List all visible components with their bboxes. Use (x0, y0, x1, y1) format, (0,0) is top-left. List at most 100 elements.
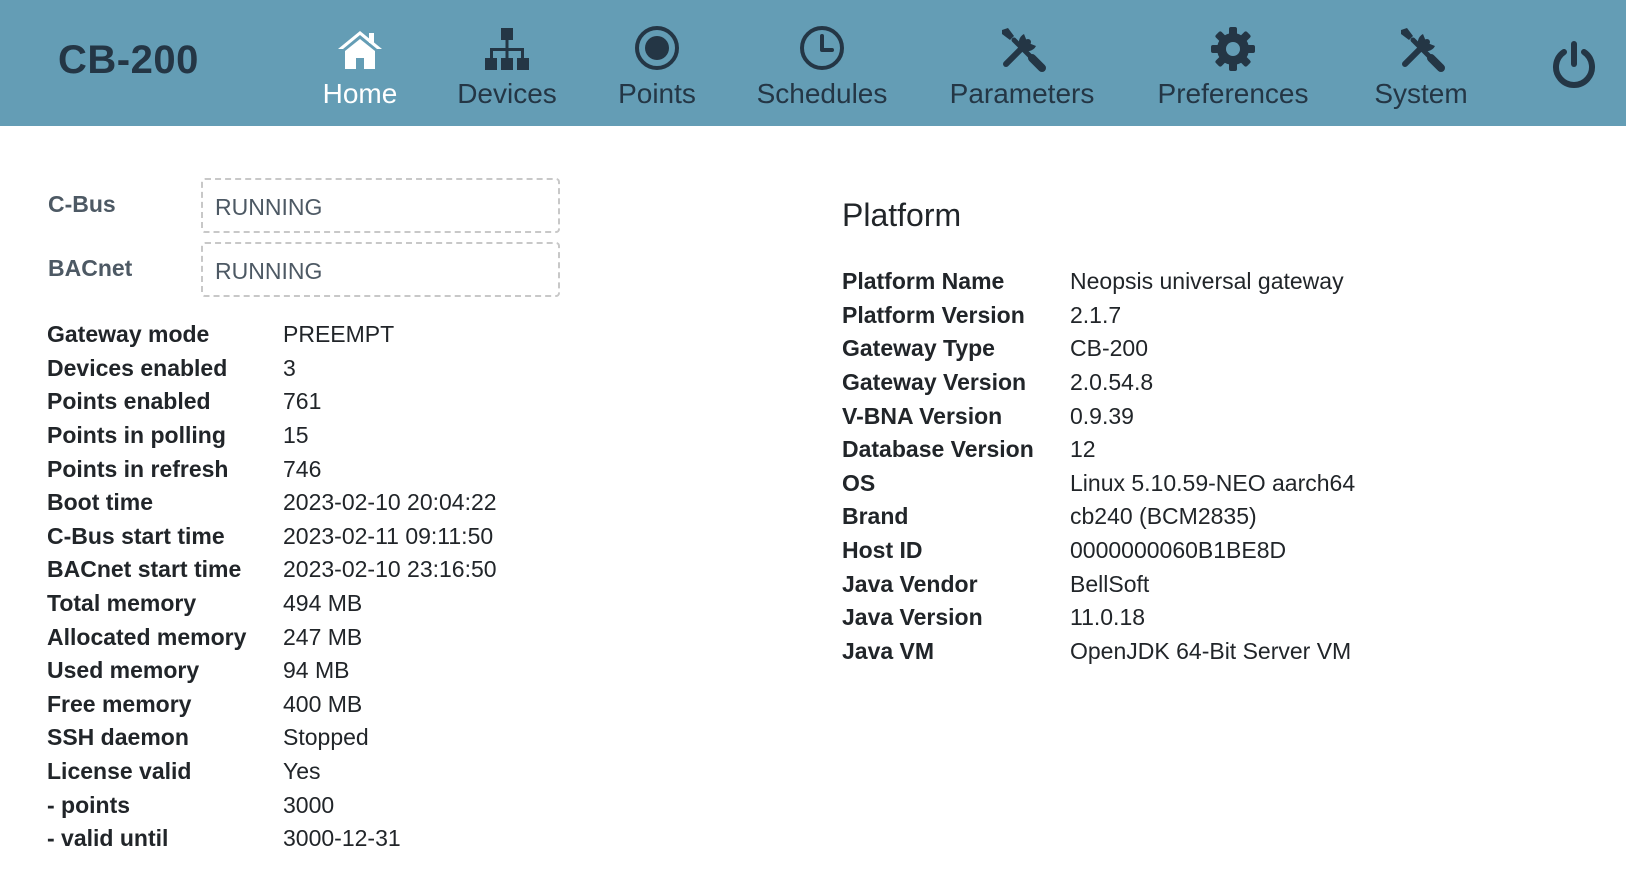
table-row: Gateway Type CB-200 (842, 332, 1355, 366)
nav-label: Preferences (1157, 78, 1309, 109)
home-icon (336, 18, 384, 72)
row-key: Java Vendor (842, 570, 978, 597)
table-row: Allocated memory 247 MB (47, 620, 497, 654)
row-value: 494 MB (283, 590, 363, 617)
row-value: 2023-02-10 23:16:50 (283, 556, 497, 583)
row-value: 247 MB (283, 623, 363, 650)
cbus-status-field: RUNNING (201, 178, 560, 233)
nav-system[interactable]: System (1366, 18, 1476, 118)
row-key: Points in polling (47, 422, 226, 449)
table-row: Points enabled 761 (47, 385, 497, 419)
row-value: Neopsis universal gateway (1070, 268, 1344, 295)
gateway-info-table: Gateway mode PREEMPT Devices enabled 3 Point… (47, 318, 497, 856)
row-key: Devices enabled (47, 354, 228, 381)
top-navbar: CB-200 Home Devices Points Schedules Par… (0, 0, 1626, 126)
table-row: Java VM OpenJDK 64-Bit Server VM (842, 635, 1355, 669)
row-value: 0.9.39 (1070, 402, 1134, 429)
nav-label: Schedules (756, 78, 888, 109)
row-value: PREEMPT (283, 321, 395, 348)
table-row: Platform Name Neopsis universal gateway (842, 265, 1355, 299)
row-value: 0000000060B1BE8D (1070, 537, 1287, 564)
table-row: - points 3000 (47, 788, 497, 822)
row-value: 746 (283, 455, 322, 482)
row-value: BellSoft (1070, 570, 1150, 597)
row-key: BACnet start time (47, 556, 242, 583)
row-key: OS (842, 469, 876, 496)
table-row: Gateway Version 2.0.54.8 (842, 366, 1355, 400)
row-value: 2.1.7 (1070, 301, 1122, 328)
row-value: 15 (283, 422, 309, 449)
table-row: Gateway mode PREEMPT (47, 318, 497, 352)
nav-label: Parameters (949, 78, 1095, 109)
tools-icon (998, 18, 1046, 72)
platform-info-table: Platform Name Neopsis universal gateway Pl… (842, 265, 1355, 668)
tools-icon (1397, 18, 1445, 72)
row-key: Points in refresh (47, 455, 229, 482)
row-key: License valid (47, 758, 192, 785)
row-key: Points enabled (47, 388, 211, 415)
nav-points[interactable]: Points (612, 18, 702, 118)
row-key: Host ID (842, 537, 923, 564)
gear-icon (1210, 18, 1256, 72)
table-row: Used memory 94 MB (47, 654, 497, 688)
sitemap-icon (484, 18, 530, 72)
row-value: Stopped (283, 724, 369, 751)
row-value: 3000-12-31 (283, 825, 401, 852)
table-row: Free memory 400 MB (47, 688, 497, 722)
row-key: SSH daemon (47, 724, 189, 751)
nav-label: System (1374, 78, 1468, 109)
nav-label: Home (322, 78, 398, 109)
row-key: C-Bus start time (47, 522, 225, 549)
table-row: Brand cb240 (BCM2835) (842, 500, 1355, 534)
row-value: Linux 5.10.59-NEO aarch64 (1070, 469, 1356, 496)
nav-devices[interactable]: Devices (452, 18, 562, 118)
row-value: 11.0.18 (1070, 604, 1146, 631)
bacnet-status-label: BACnet (48, 255, 133, 281)
table-row: OS Linux 5.10.59-NEO aarch64 (842, 467, 1355, 501)
table-row: Java Version 11.0.18 (842, 601, 1355, 635)
row-key: Java VM (842, 637, 935, 664)
power-icon (1553, 41, 1595, 88)
row-value: 2.0.54.8 (1070, 369, 1154, 396)
row-key: Platform Name (842, 268, 1005, 295)
table-row: Total memory 494 MB (47, 587, 497, 621)
table-row: Devices enabled 3 (47, 352, 497, 386)
table-row: C-Bus start time 2023-02-11 09:11:50 (47, 520, 497, 554)
table-row: Boot time 2023-02-10 20:04:22 (47, 486, 497, 520)
row-key: Java Version (842, 604, 983, 631)
nav-home[interactable]: Home (320, 18, 400, 118)
row-key: Boot time (47, 489, 154, 516)
row-value: 3 (283, 354, 296, 381)
table-row: BACnet start time 2023-02-10 23:16:50 (47, 553, 497, 587)
nav-parameters[interactable]: Parameters (944, 18, 1100, 118)
table-row: - valid until 3000-12-31 (47, 822, 497, 856)
row-key: Platform Version (842, 301, 1025, 328)
nav-schedules[interactable]: Schedules (750, 18, 894, 118)
row-key: Gateway Version (842, 369, 1027, 396)
brand-title[interactable]: CB-200 (58, 38, 199, 83)
row-value: 761 (283, 388, 322, 415)
row-key: Free memory (47, 690, 192, 717)
table-row: Points in polling 15 (47, 419, 497, 453)
row-key: V-BNA Version (842, 402, 1003, 429)
row-value: Yes (283, 758, 321, 785)
clock-icon (798, 18, 846, 72)
row-value: 3000 (283, 791, 335, 818)
table-row: Database Version 12 (842, 433, 1355, 467)
row-key: Gateway mode (47, 321, 210, 348)
dot-circle-icon (633, 18, 681, 72)
table-row: Java Vendor BellSoft (842, 567, 1355, 601)
cbus-status-label: C-Bus (48, 191, 116, 217)
table-row: Platform Version 2.1.7 (842, 299, 1355, 333)
row-value: 400 MB (283, 690, 363, 717)
bacnet-status-field: RUNNING (201, 242, 560, 297)
row-value: cb240 (BCM2835) (1070, 503, 1257, 530)
row-key: Used memory (47, 657, 200, 684)
row-key: Database Version (842, 436, 1034, 463)
nav-preferences[interactable]: Preferences (1152, 18, 1314, 118)
row-value: 2023-02-11 09:11:50 (283, 522, 494, 549)
row-value: OpenJDK 64-Bit Server VM (1070, 637, 1352, 664)
table-row: Host ID 0000000060B1BE8D (842, 534, 1355, 568)
power-button[interactable] (1552, 40, 1596, 90)
table-row: SSH daemon Stopped (47, 721, 497, 755)
